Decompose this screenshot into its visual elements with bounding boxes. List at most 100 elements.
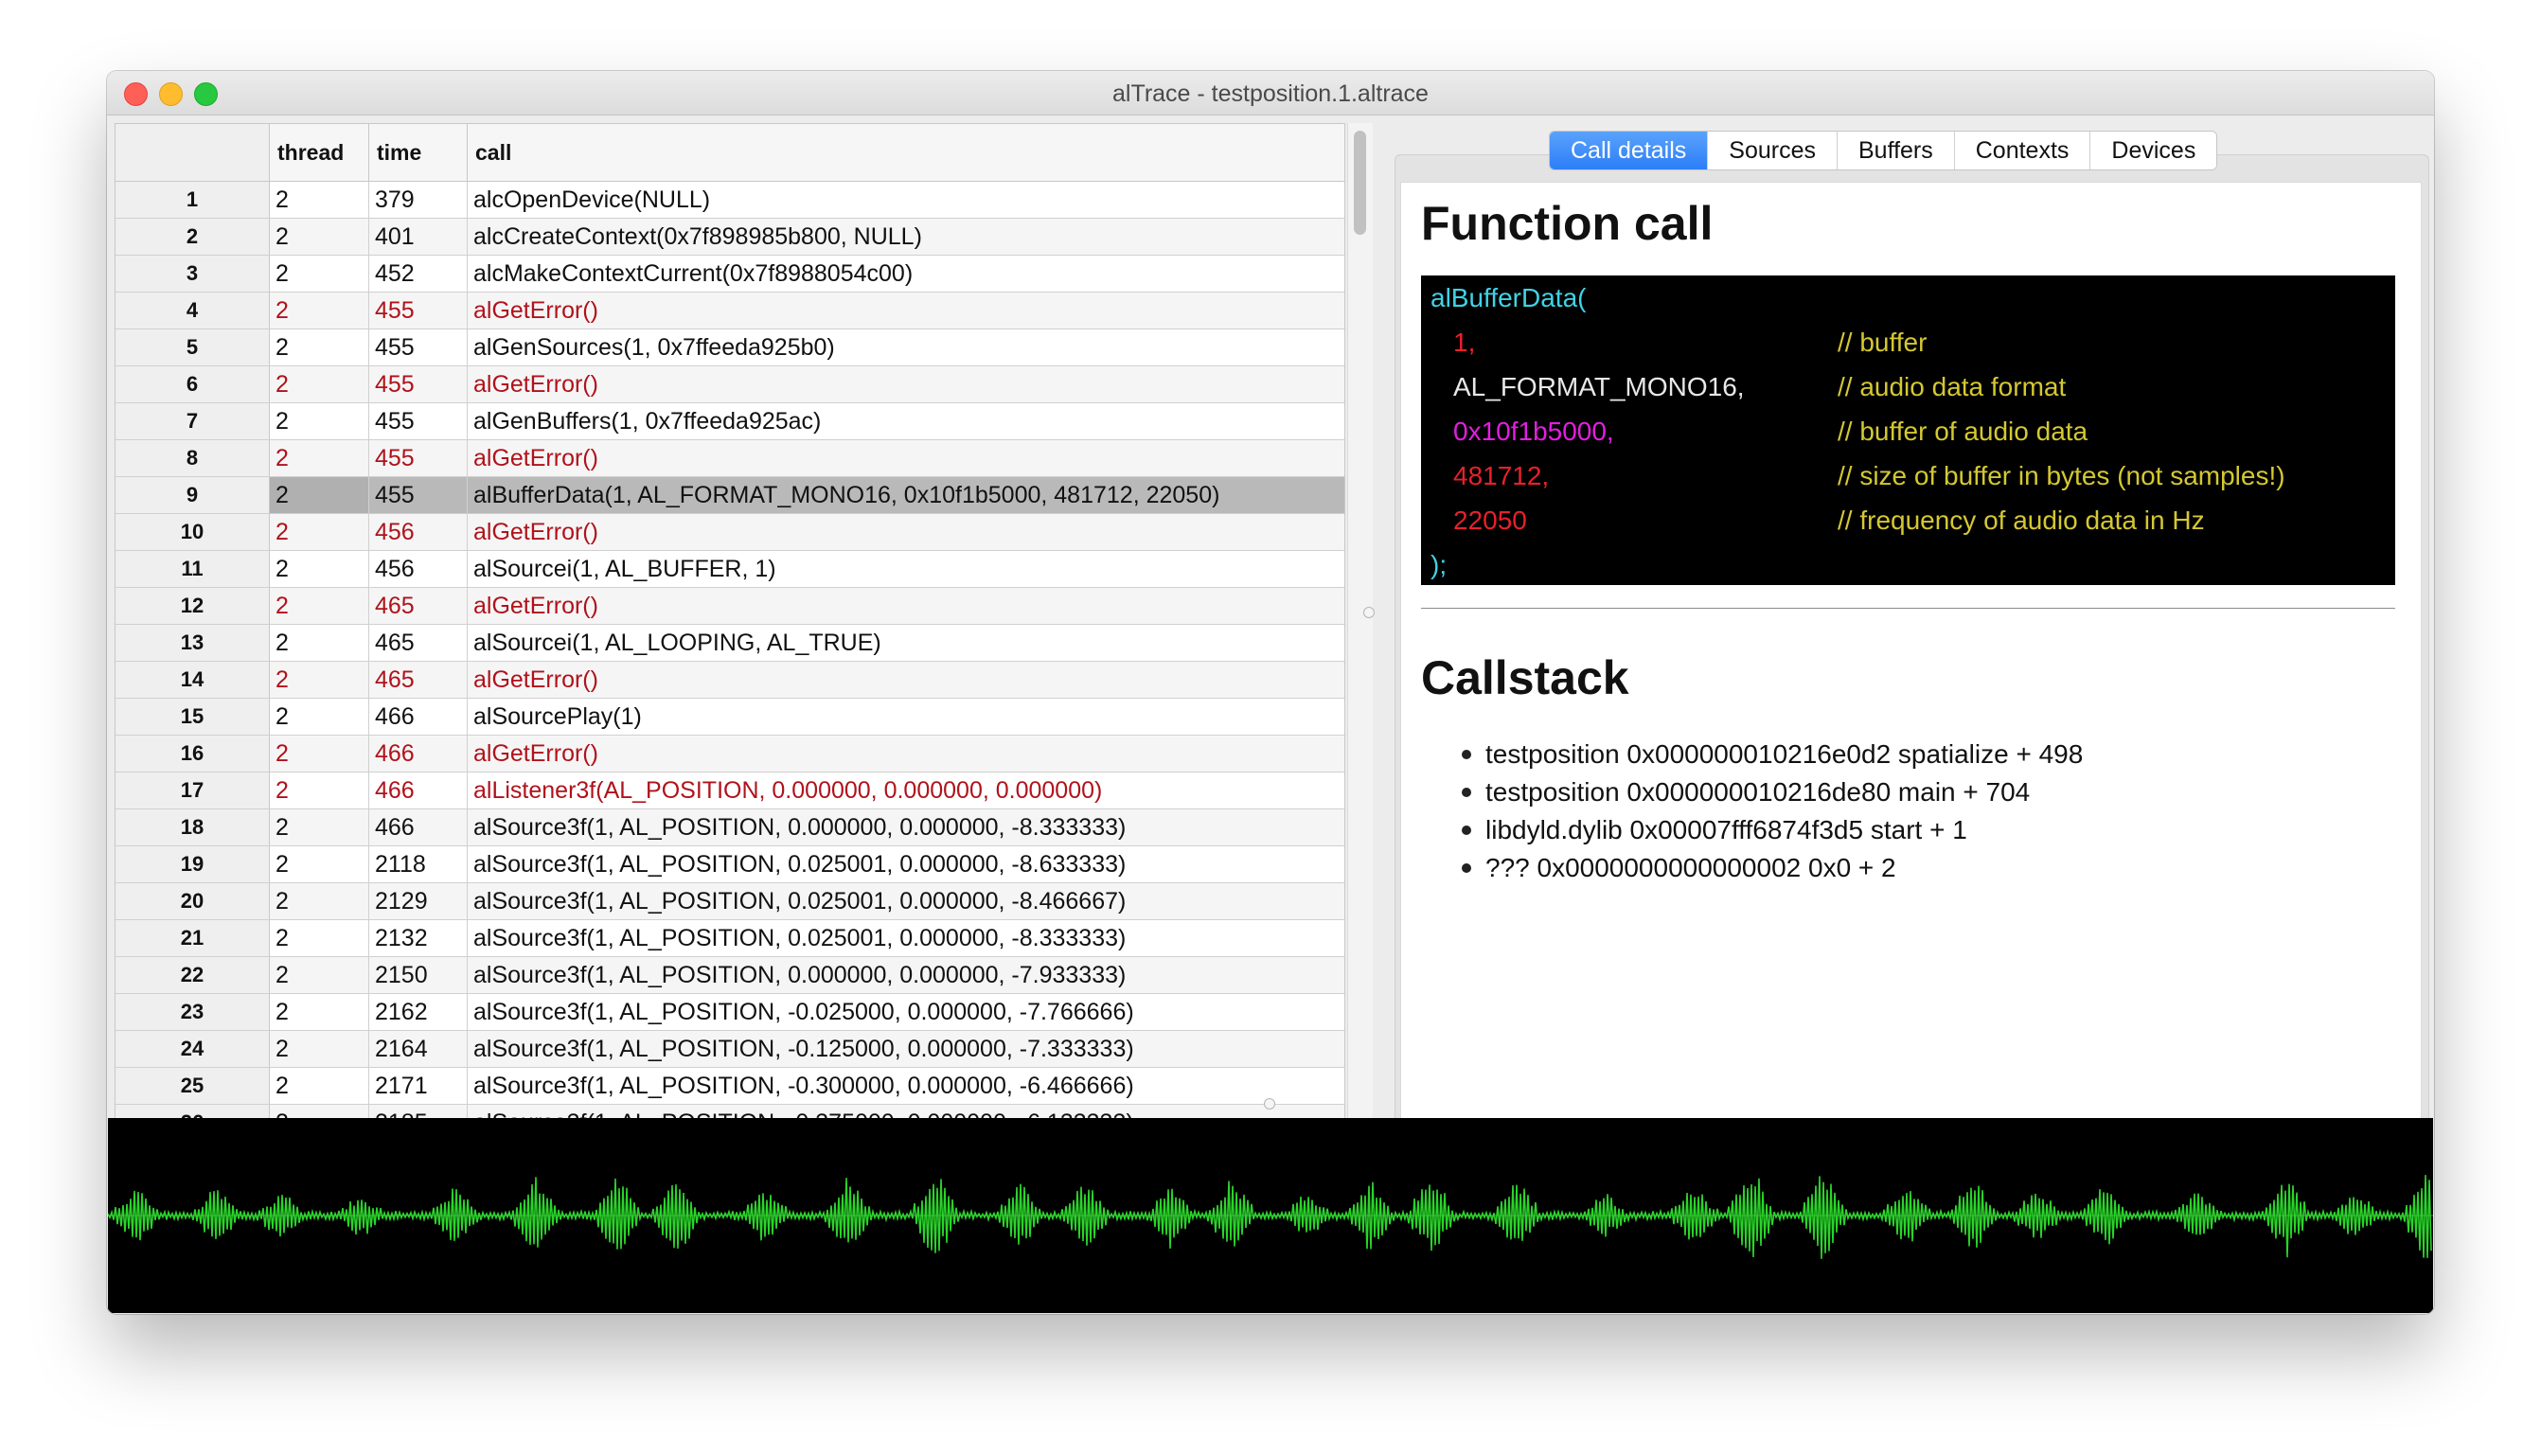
table-row[interactable]: 24 2 2164 alSource3f(1, AL_POSITION, -0.125… [116,1031,1344,1068]
table-row[interactable]: 5 2 455 alGenSources(1, 0x7ffeeda925b0) [116,329,1344,366]
code-arg-value: 481712, [1453,461,1550,490]
call-cell: alSource3f(1, AL_POSITION, -0.025000, 0.… [473,999,1134,1025]
code-arg-comment: // buffer of audio data [1838,417,2088,446]
call-cell: alcOpenDevice(NULL) [473,186,711,213]
code-function-name: alBufferData( [1430,283,1587,312]
row-number: 25 [116,1068,270,1104]
table-row[interactable]: 22 2 2150 alSource3f(1, AL_POSITION, 0.0000… [116,957,1344,994]
code-arg-comment: // buffer [1838,328,1928,357]
row-number: 21 [116,920,270,956]
header-call[interactable]: call [468,124,1344,181]
table-row[interactable]: 3 2 452 alcMakeContextCurrent(0x7f8988054c0… [116,256,1344,293]
row-number: 16 [116,736,270,772]
time-cell: 455 [369,403,468,439]
call-cell: alSource3f(1, AL_POSITION, -0.300000, 0.… [473,1073,1134,1099]
table-row[interactable]: 2 2 401 alcCreateContext(0x7f898985b800, NU… [116,219,1344,256]
title-bar[interactable]: alTrace - testposition.1.altrace [107,71,2434,115]
table-row[interactable]: 20 2 2129 alSource3f(1, AL_POSITION, 0.0250… [116,883,1344,920]
thread-cell: 2 [270,846,369,882]
table-scrollbar-thumb[interactable] [1354,131,1366,235]
call-cell: alSourcei(1, AL_BUFFER, 1) [473,556,776,582]
time-cell: 2132 [369,920,468,956]
time-cell: 456 [369,551,468,587]
call-cell: alGetError() [473,666,598,693]
horizontal-splitter-handle[interactable] [1264,1098,1275,1110]
callstack-frame-text: testposition 0x000000010216e0d2 spatiali… [1485,739,2084,769]
table-row[interactable]: 13 2 465 alSourcei(1, AL_LOOPING, AL_TRUE) [116,625,1344,662]
call-cell: alGetError() [473,593,598,619]
bullet-icon [1462,826,1471,835]
code-arg-value: 22050 [1453,506,1527,535]
table-row[interactable]: 21 2 2132 alSource3f(1, AL_POSITION, 0.0250… [116,920,1344,957]
tab-call-details[interactable]: Call details [1550,132,1709,169]
table-row[interactable]: 8 2 455 alGetError() [116,440,1344,477]
table-row[interactable]: 19 2 2118 alSource3f(1, AL_POSITION, 0.0250… [116,846,1344,883]
thread-cell: 2 [270,477,369,513]
table-row[interactable]: 18 2 466 alSource3f(1, AL_POSITION, 0.00000… [116,809,1344,846]
table-row[interactable]: 23 2 2162 alSource3f(1, AL_POSITION, -0.025… [116,994,1344,1031]
call-cell: alSource3f(1, AL_POSITION, 0.025001, 0.0… [473,851,1127,878]
row-number: 2 [116,219,270,255]
thread-cell: 2 [270,182,369,218]
thread-cell: 2 [270,1031,369,1067]
time-cell: 379 [369,182,468,218]
time-cell: 465 [369,625,468,661]
thread-cell: 2 [270,588,369,624]
time-cell: 401 [369,219,468,255]
table-row[interactable]: 11 2 456 alSourcei(1, AL_BUFFER, 1) [116,551,1344,588]
waveform-view[interactable] [107,1118,2433,1313]
time-cell: 455 [369,293,468,328]
table-row[interactable]: 25 2 2171 alSource3f(1, AL_POSITION, -0.300… [116,1068,1344,1105]
table-body: 1 2 379 alcOpenDevice(NULL) 2 2 401 alcCreateCo… [116,182,1344,1142]
row-number: 4 [116,293,270,328]
thread-cell: 2 [270,440,369,476]
thread-cell: 2 [270,662,369,698]
thread-cell: 2 [270,625,369,661]
thread-cell: 2 [270,1068,369,1104]
function-call-code: alBufferData(1, // buffer AL_FORMAT_MONO16… [1421,275,2395,585]
vertical-splitter-handle[interactable] [1363,607,1375,618]
callstack-frame: ??? 0x0000000000000002 0x0 + 2 [1462,849,2083,887]
header-time[interactable]: time [369,124,468,181]
call-cell: alSourcePlay(1) [473,703,642,730]
call-table[interactable]: thread time call 1 2 379 alcOpenDevice(NULL… [115,123,1345,1169]
time-cell: 455 [369,477,468,513]
row-number: 22 [116,957,270,993]
table-row[interactable]: 14 2 465 alGetError() [116,662,1344,699]
callstack-heading: Callstack [1421,651,1629,704]
row-number: 5 [116,329,270,365]
row-number: 7 [116,403,270,439]
table-scrollbar[interactable] [1347,123,1373,1167]
table-row[interactable]: 16 2 466 alGetError() [116,736,1344,772]
thread-cell: 2 [270,403,369,439]
header-thread[interactable]: thread [270,124,369,181]
bullet-icon [1462,863,1471,873]
table-row[interactable]: 15 2 466 alSourcePlay(1) [116,699,1344,736]
table-row[interactable]: 7 2 455 alGenBuffers(1, 0x7ffeeda925ac) [116,403,1344,440]
time-cell: 2150 [369,957,468,993]
tab-buffers[interactable]: Buffers [1838,132,1955,169]
table-row[interactable]: 9 2 455 alBufferData(1, AL_FORMAT_MONO16, 0… [116,477,1344,514]
thread-cell: 2 [270,772,369,808]
row-number: 18 [116,809,270,845]
time-cell: 455 [369,329,468,365]
call-cell: alGenSources(1, 0x7ffeeda925b0) [473,334,835,361]
header-row-number[interactable] [116,124,270,181]
table-row[interactable]: 12 2 465 alGetError() [116,588,1344,625]
time-cell: 2171 [369,1068,468,1104]
call-cell: alSource3f(1, AL_POSITION, -0.125000, 0.… [473,1036,1134,1062]
table-row[interactable]: 4 2 455 alGetError() [116,293,1344,329]
table-row[interactable]: 10 2 456 alGetError() [116,514,1344,551]
tab-devices[interactable]: Devices [2090,132,2217,169]
row-number: 1 [116,182,270,218]
call-cell: alGetError() [473,371,598,398]
callstack-frame-text: testposition 0x000000010216de80 main + 7… [1485,777,2031,807]
table-row[interactable]: 6 2 455 alGetError() [116,366,1344,403]
table-row[interactable]: 17 2 466 alListener3f(AL_POSITION, 0.000000… [116,772,1344,809]
code-arg-comment: // frequency of audio data in Hz [1838,506,2205,535]
table-row[interactable]: 1 2 379 alcOpenDevice(NULL) [116,182,1344,219]
thread-cell: 2 [270,920,369,956]
tab-sources[interactable]: Sources [1708,132,1838,169]
tab-contexts[interactable]: Contexts [1954,132,2091,169]
call-cell: alcCreateContext(0x7f898985b800, NULL) [473,223,922,250]
